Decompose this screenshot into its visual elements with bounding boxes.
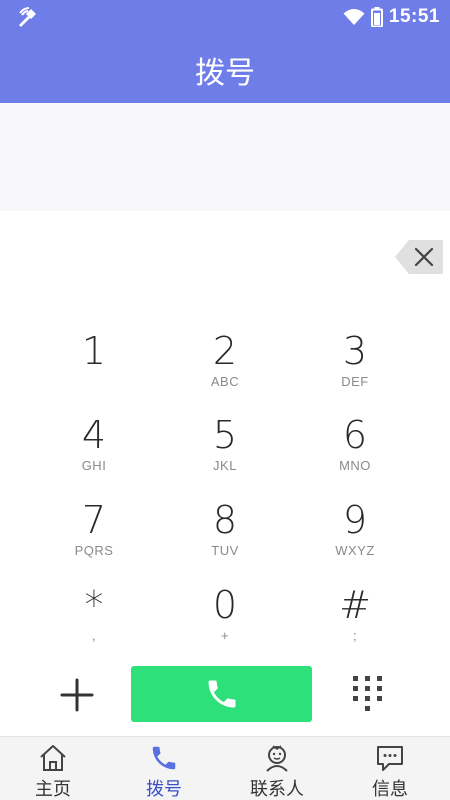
- backspace-icon[interactable]: [395, 240, 443, 274]
- call-button[interactable]: [131, 666, 312, 722]
- nav-label: 拨号: [146, 779, 182, 800]
- key-letters: DEF: [341, 374, 369, 389]
- nav-item-home[interactable]: 主页: [8, 737, 98, 800]
- key-5[interactable]: 5 JKL: [175, 414, 275, 494]
- key-digit: *: [84, 583, 104, 627]
- key-letters: MNO: [339, 458, 371, 473]
- nav-item-dial[interactable]: 拨号: [119, 737, 209, 800]
- key-digit: 1: [81, 329, 107, 373]
- key-9[interactable]: 9 WXYZ: [305, 499, 405, 579]
- key-letters: JKL: [213, 458, 237, 473]
- key-digit: 2: [212, 329, 238, 373]
- key-letters: ,: [91, 628, 97, 643]
- nav-label: 联系人: [250, 779, 304, 800]
- wifi-icon: [343, 9, 365, 25]
- bottom-nav: 主页 拨号 联系人 信息: [0, 736, 450, 800]
- dialpad-icon[interactable]: [345, 672, 391, 718]
- key-digit: 9: [342, 498, 368, 542]
- key-letters: PQRS: [74, 543, 114, 558]
- home-icon: [40, 745, 66, 771]
- key-2[interactable]: 2 ABC: [175, 330, 275, 410]
- number-display: [0, 103, 450, 211]
- key-0[interactable]: 0 +: [175, 584, 275, 664]
- key-letters: +: [220, 628, 230, 643]
- nav-item-contacts[interactable]: 联系人: [232, 737, 322, 800]
- key-letters: ABC: [210, 374, 240, 389]
- contact-icon: [266, 745, 288, 772]
- battery-icon: [370, 7, 383, 27]
- key-digit: 8: [212, 498, 238, 542]
- message-icon: [377, 746, 403, 771]
- key-digit: #: [339, 583, 371, 627]
- app-header: 15:51 拨号: [0, 0, 450, 103]
- key-letters: TUV: [211, 543, 239, 558]
- phone-icon: [152, 746, 176, 770]
- status-bar: 15:51: [0, 0, 450, 34]
- phone-icon: [208, 680, 235, 708]
- nav-label: 主页: [35, 779, 71, 800]
- status-time: 15:51: [388, 6, 440, 27]
- plus-icon[interactable]: [52, 668, 102, 722]
- key-digit: 6: [342, 413, 368, 457]
- key-star[interactable]: * ,: [44, 584, 144, 664]
- key-6[interactable]: 6 MNO: [305, 414, 405, 494]
- key-7[interactable]: 7 PQRS: [44, 499, 144, 579]
- key-4[interactable]: 4 GHI: [44, 414, 144, 494]
- key-3[interactable]: 3 DEF: [305, 330, 405, 410]
- key-8[interactable]: 8 TUV: [175, 499, 275, 579]
- broadcast-icon: [19, 7, 36, 27]
- key-digit: 7: [81, 498, 107, 542]
- key-letters: ;: [352, 628, 358, 643]
- page-title: 拨号: [195, 56, 255, 91]
- key-digit: 5: [212, 413, 238, 457]
- key-letters: WXYZ: [335, 543, 375, 558]
- key-letters: GHI: [81, 458, 107, 473]
- key-digit: 3: [342, 329, 368, 373]
- key-1[interactable]: 1: [44, 330, 144, 410]
- status-icons: 15:51: [343, 4, 440, 30]
- key-hash[interactable]: # ;: [305, 584, 405, 664]
- nav-label: 信息: [372, 779, 408, 800]
- key-digit: 0: [212, 583, 238, 627]
- key-digit: 4: [81, 413, 107, 457]
- nav-item-messages[interactable]: 信息: [345, 737, 435, 800]
